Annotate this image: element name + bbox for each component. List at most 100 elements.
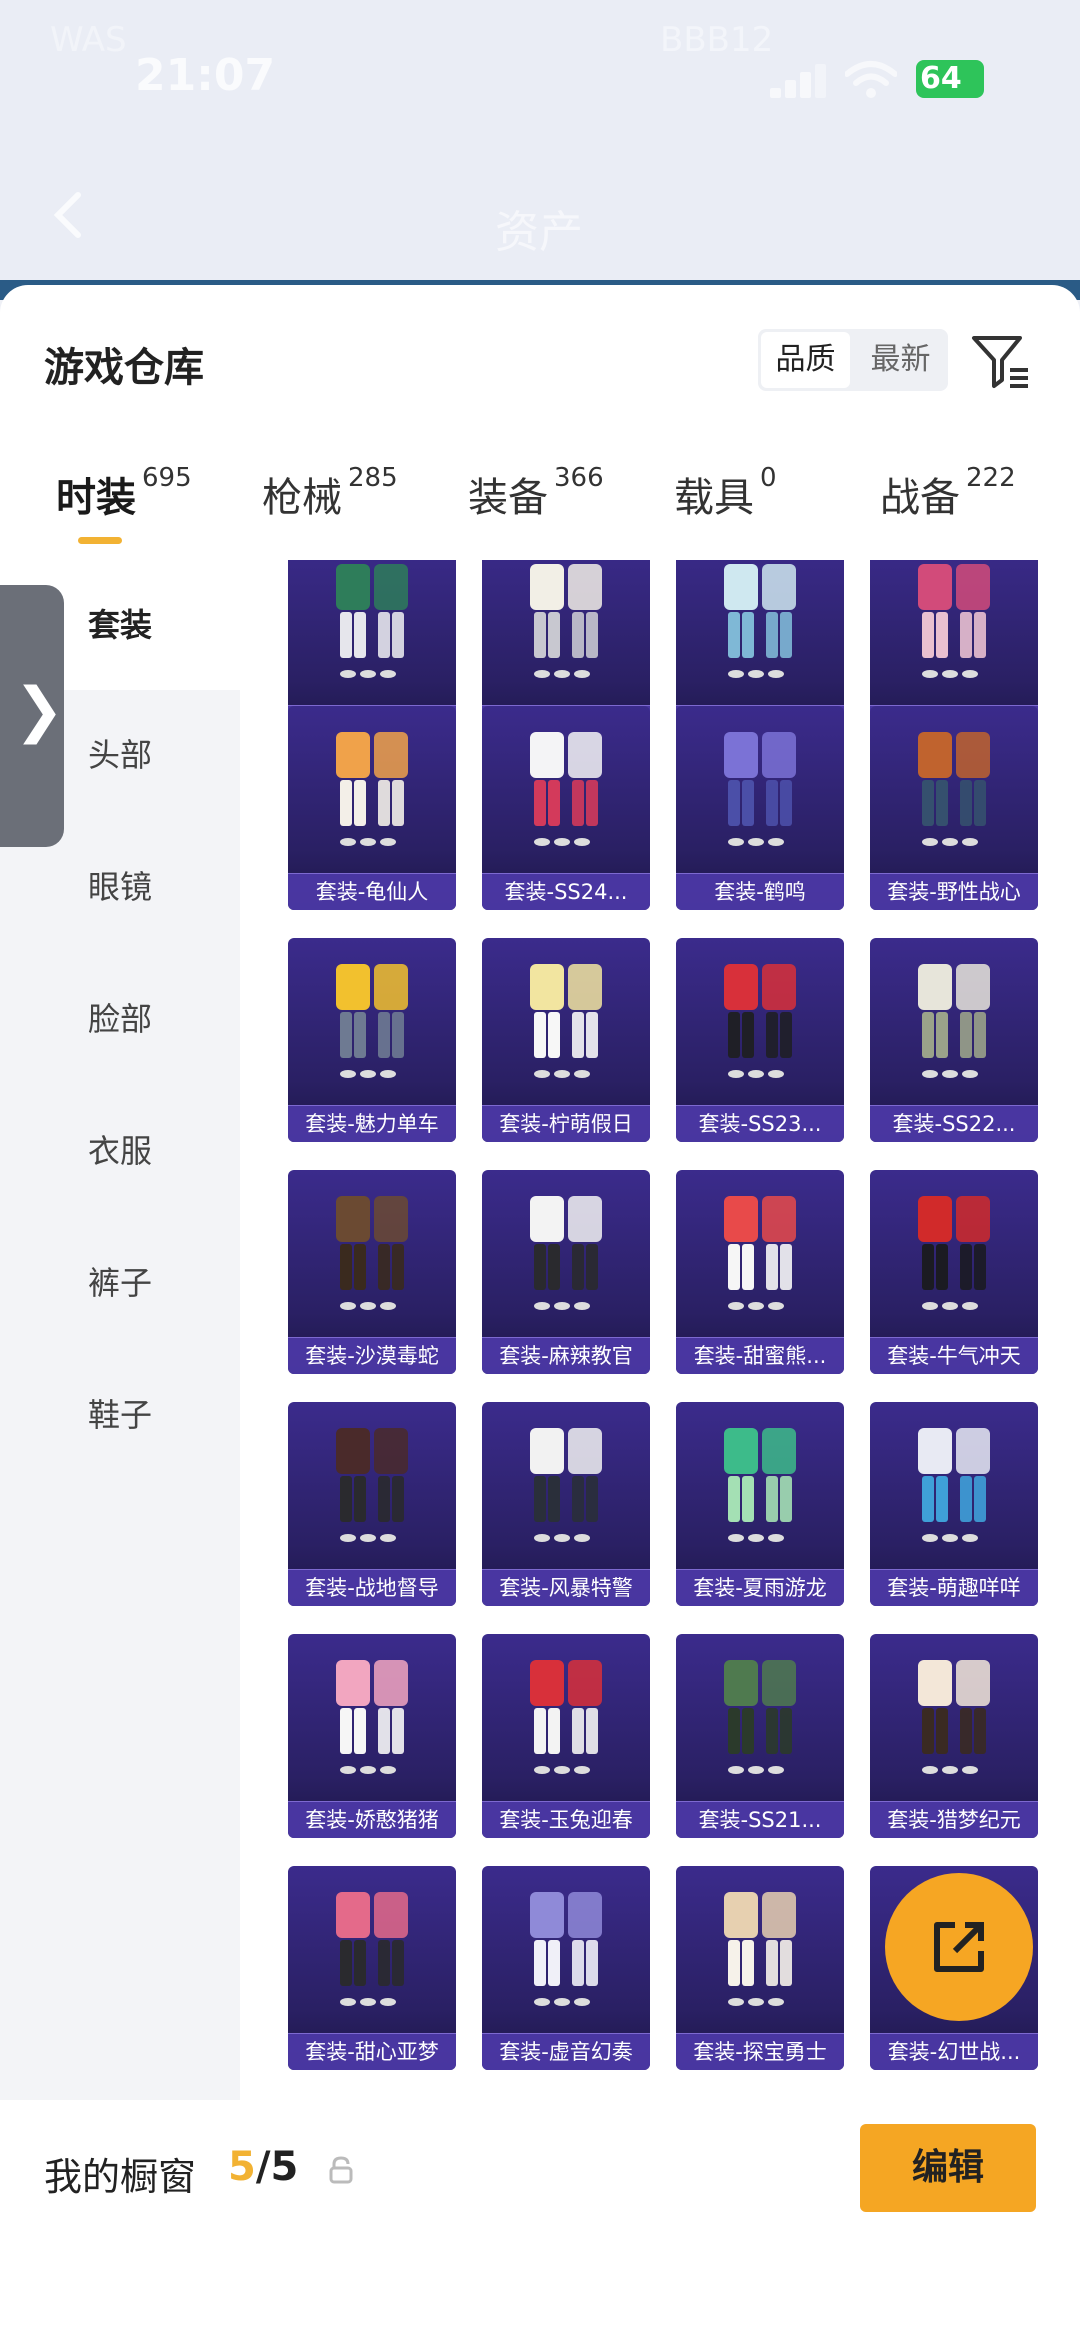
- item-card-label: 套装-野性战心: [870, 873, 1038, 910]
- item-card-label: 套装-SS24...: [482, 873, 650, 910]
- item-card-label: 套装-探宝勇士: [676, 2033, 844, 2070]
- back-icon[interactable]: [40, 185, 100, 245]
- item-card[interactable]: 套装-萌趣咩咩: [870, 1402, 1038, 1606]
- outfit-image: [918, 964, 990, 1078]
- outfit-image: [918, 1196, 990, 1310]
- item-card-label: 套装-SS21...: [676, 1801, 844, 1838]
- showcase-bar: 我的橱窗 5/5 编辑: [0, 2100, 1080, 2341]
- page-title: 资产: [495, 207, 583, 258]
- item-card[interactable]: 套装-鹤鸣: [676, 706, 844, 910]
- wifi-icon: [845, 61, 897, 98]
- signal-icon: [770, 62, 830, 98]
- item-card-label: 套装-麻辣教官: [482, 1337, 650, 1374]
- item-card[interactable]: 套装-夏雨游龙: [676, 1402, 844, 1606]
- item-card[interactable]: 套装-SS22...: [870, 938, 1038, 1142]
- outfit-image: [336, 964, 408, 1078]
- item-card-label: 套装-甜心亚梦: [288, 2033, 456, 2070]
- outfit-image: [530, 732, 602, 846]
- tab-fashion[interactable]: 时装 695: [56, 463, 192, 523]
- status-faded-left: WAS: [50, 20, 127, 60]
- outfit-image: [918, 1428, 990, 1542]
- tab-supplies[interactable]: 战备 222: [880, 463, 1016, 523]
- item-card-label: 套装-甜蜜熊...: [676, 1337, 844, 1374]
- item-card-label: 套装-沙漠毒蛇: [288, 1337, 456, 1374]
- outfit-image: [530, 1660, 602, 1774]
- item-card[interactable]: 套装-SS24...: [482, 706, 650, 910]
- item-card[interactable]: 套装-战地督导: [288, 1402, 456, 1606]
- outfit-image: [530, 1428, 602, 1542]
- sidebar-item-clothes[interactable]: 衣服: [0, 1126, 240, 1172]
- sidebar-item-face[interactable]: 脸部: [0, 994, 240, 1040]
- item-card[interactable]: 套装-沙漠毒蛇: [288, 1170, 456, 1374]
- item-card[interactable]: 套装-探宝勇士: [676, 1866, 844, 2070]
- outfit-image: [530, 1892, 602, 2006]
- filter-icon[interactable]: [970, 330, 1032, 392]
- sidebar-item-pants[interactable]: 裤子: [0, 1258, 240, 1304]
- status-time: 21:07: [135, 50, 276, 101]
- outfit-image: [530, 964, 602, 1078]
- showcase-current: 5: [228, 2144, 256, 2190]
- item-card[interactable]: 套装-甜心亚梦: [288, 1866, 456, 2070]
- outfit-image: [724, 1892, 796, 2006]
- status-bar: WAS BBB12 21:07 64: [0, 0, 1080, 130]
- tab-vehicles[interactable]: 载具 0: [674, 463, 777, 523]
- tab-label: 装备: [468, 475, 548, 521]
- item-card-label: 套装-玉兔迎春: [482, 1801, 650, 1838]
- edit-button[interactable]: 编辑: [860, 2124, 1036, 2212]
- tab-count: 222: [966, 463, 1016, 493]
- sort-newest[interactable]: 最新: [853, 329, 948, 391]
- outfit-image: [724, 1428, 796, 1542]
- item-card-label: 套装-SS22...: [870, 1105, 1038, 1142]
- tab-underline: [78, 537, 122, 544]
- item-card[interactable]: 套装-麻辣教官: [482, 1170, 650, 1374]
- item-card[interactable]: 套装-SS21...: [676, 1634, 844, 1838]
- sidebar-item-shoes[interactable]: 鞋子: [0, 1390, 240, 1436]
- item-card[interactable]: 套装-玉兔迎春: [482, 1634, 650, 1838]
- outfit-image: [918, 1660, 990, 1774]
- outfit-image: [530, 1196, 602, 1310]
- tab-label: 时装: [56, 475, 136, 521]
- tab-label: 战备: [880, 475, 960, 521]
- item-card-label: 套装-战地督导: [288, 1569, 456, 1606]
- item-card-label: 套装-虚音幻奏: [482, 2033, 650, 2070]
- item-card[interactable]: 套装-柠萌假日: [482, 938, 650, 1142]
- chevron-right-icon: ❯: [14, 675, 65, 745]
- item-card-label: 套装-萌趣咩咩: [870, 1569, 1038, 1606]
- item-card[interactable]: 套装-风暴特警: [482, 1402, 650, 1606]
- sort-quality[interactable]: 品质: [761, 332, 850, 388]
- item-card-label: 套装-柠萌假日: [482, 1105, 650, 1142]
- outfit-image: [724, 1660, 796, 1774]
- tab-weapons[interactable]: 枪械 285: [262, 463, 398, 523]
- item-card-label: 套装-SS23...: [676, 1105, 844, 1142]
- tab-label: 载具: [674, 475, 754, 521]
- item-card[interactable]: 套装-娇憨猪猪: [288, 1634, 456, 1838]
- item-card-label: 套装-幻世战...: [870, 2033, 1038, 2070]
- item-card-label: 套装-猎梦纪元: [870, 1801, 1038, 1838]
- share-button[interactable]: [885, 1873, 1033, 2021]
- item-card[interactable]: 套装-魅力单车: [288, 938, 456, 1142]
- outfit-image: [918, 732, 990, 846]
- outfit-image: [336, 732, 408, 846]
- tab-equipment[interactable]: 装备 366: [468, 463, 604, 523]
- item-card-label: 套装-风暴特警: [482, 1569, 650, 1606]
- item-card[interactable]: 套装-野性战心: [870, 706, 1038, 910]
- tab-label: 枪械: [262, 475, 342, 521]
- tab-count: 285: [348, 463, 398, 493]
- outfit-image: [336, 1196, 408, 1310]
- item-card[interactable]: 套装-虚音幻奏: [482, 1866, 650, 2070]
- tab-count: 695: [142, 463, 192, 493]
- item-card[interactable]: 套装-猎梦纪元: [870, 1634, 1038, 1838]
- item-card[interactable]: 套装-牛气冲天: [870, 1170, 1038, 1374]
- tab-count: 0: [760, 463, 777, 493]
- status-faded-right: BBB12: [660, 20, 774, 60]
- item-card-label: 套装-龟仙人: [288, 873, 456, 910]
- item-card[interactable]: 套装-SS23...: [676, 938, 844, 1142]
- item-card[interactable]: 套装-甜蜜熊...: [676, 1170, 844, 1374]
- outfit-image: [530, 564, 602, 678]
- outfit-image: [724, 964, 796, 1078]
- sidebar-item-glasses[interactable]: 眼镜: [0, 862, 240, 908]
- item-grid: 套装-诡面顽熊套装-神气柴柴套装-懵萌河马套装-涂山之恋套装-龟仙人套装-SS2…: [240, 560, 1080, 2100]
- sort-toggle: 品质 最新: [758, 329, 948, 391]
- drawer-handle[interactable]: ❯: [0, 585, 64, 847]
- item-card[interactable]: 套装-龟仙人: [288, 706, 456, 910]
